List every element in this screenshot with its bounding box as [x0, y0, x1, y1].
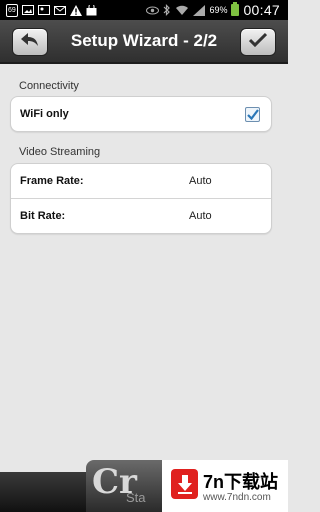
section-title-video-streaming: Video Streaming: [19, 146, 101, 158]
section-title-connectivity: Connectivity: [19, 80, 79, 92]
ad-url: www.7ndn.com: [203, 492, 271, 503]
bit-rate-label: Bit Rate:: [20, 210, 66, 222]
frame-rate-value: Auto: [189, 175, 212, 187]
battery-percent: 69%: [209, 5, 228, 15]
shopping-bag-icon: [86, 4, 97, 16]
frame-rate-row[interactable]: Frame Rate: Auto: [11, 164, 271, 198]
ad-banner[interactable]: 7n下载站 www.7ndn.com: [162, 460, 288, 512]
mail-icon: [53, 5, 66, 16]
notification-count-icon: 69: [6, 3, 18, 17]
bit-rate-row[interactable]: Bit Rate: Auto: [11, 198, 271, 233]
ad-title: 7n下载站: [203, 472, 279, 492]
signal-icon: [193, 4, 206, 16]
wifi-icon: [175, 5, 189, 16]
check-icon: [248, 32, 268, 52]
download-arrow-icon: [171, 469, 198, 499]
bluetooth-icon: [163, 4, 171, 16]
wifi-only-checkbox[interactable]: [245, 107, 260, 122]
page-title: Setup Wizard - 2/2: [70, 31, 218, 50]
bit-rate-value: Auto: [189, 210, 212, 222]
back-button[interactable]: [12, 28, 48, 56]
image-icon: [21, 5, 34, 16]
gallery-icon: [37, 5, 50, 16]
eye-icon: [146, 5, 160, 16]
confirm-button[interactable]: [240, 28, 276, 56]
ad-left-subtext: Sta: [126, 490, 146, 505]
status-bar: 69 69% 00:47: [0, 0, 288, 20]
ad-left-banner[interactable]: Cr Sta: [86, 460, 162, 512]
title-bar: Setup Wizard - 2/2: [0, 20, 288, 64]
battery-icon: [231, 2, 240, 16]
video-streaming-card: Frame Rate: Auto Bit Rate: Auto: [10, 163, 272, 234]
wifi-only-label: WiFi only: [20, 108, 69, 120]
back-arrow-icon: [20, 32, 40, 53]
wifi-only-row[interactable]: WiFi only: [11, 97, 271, 131]
connectivity-card: WiFi only: [10, 96, 272, 132]
warning-icon: [69, 4, 82, 16]
frame-rate-label: Frame Rate:: [20, 175, 84, 187]
clock: 00:47: [243, 2, 280, 18]
